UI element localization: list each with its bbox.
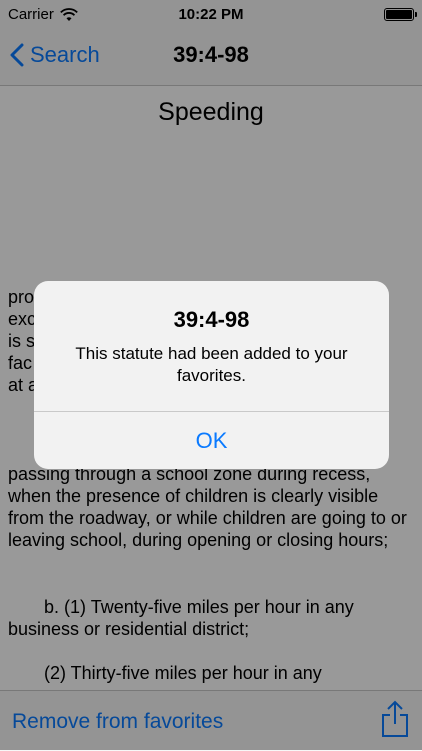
- ok-button[interactable]: OK: [34, 412, 389, 469]
- alert-message: This statute had been added to your favo…: [75, 344, 348, 385]
- alert-dialog: 39:4-98 This statute had been added to y…: [34, 281, 389, 469]
- alert-title: 39:4-98: [173, 307, 250, 332]
